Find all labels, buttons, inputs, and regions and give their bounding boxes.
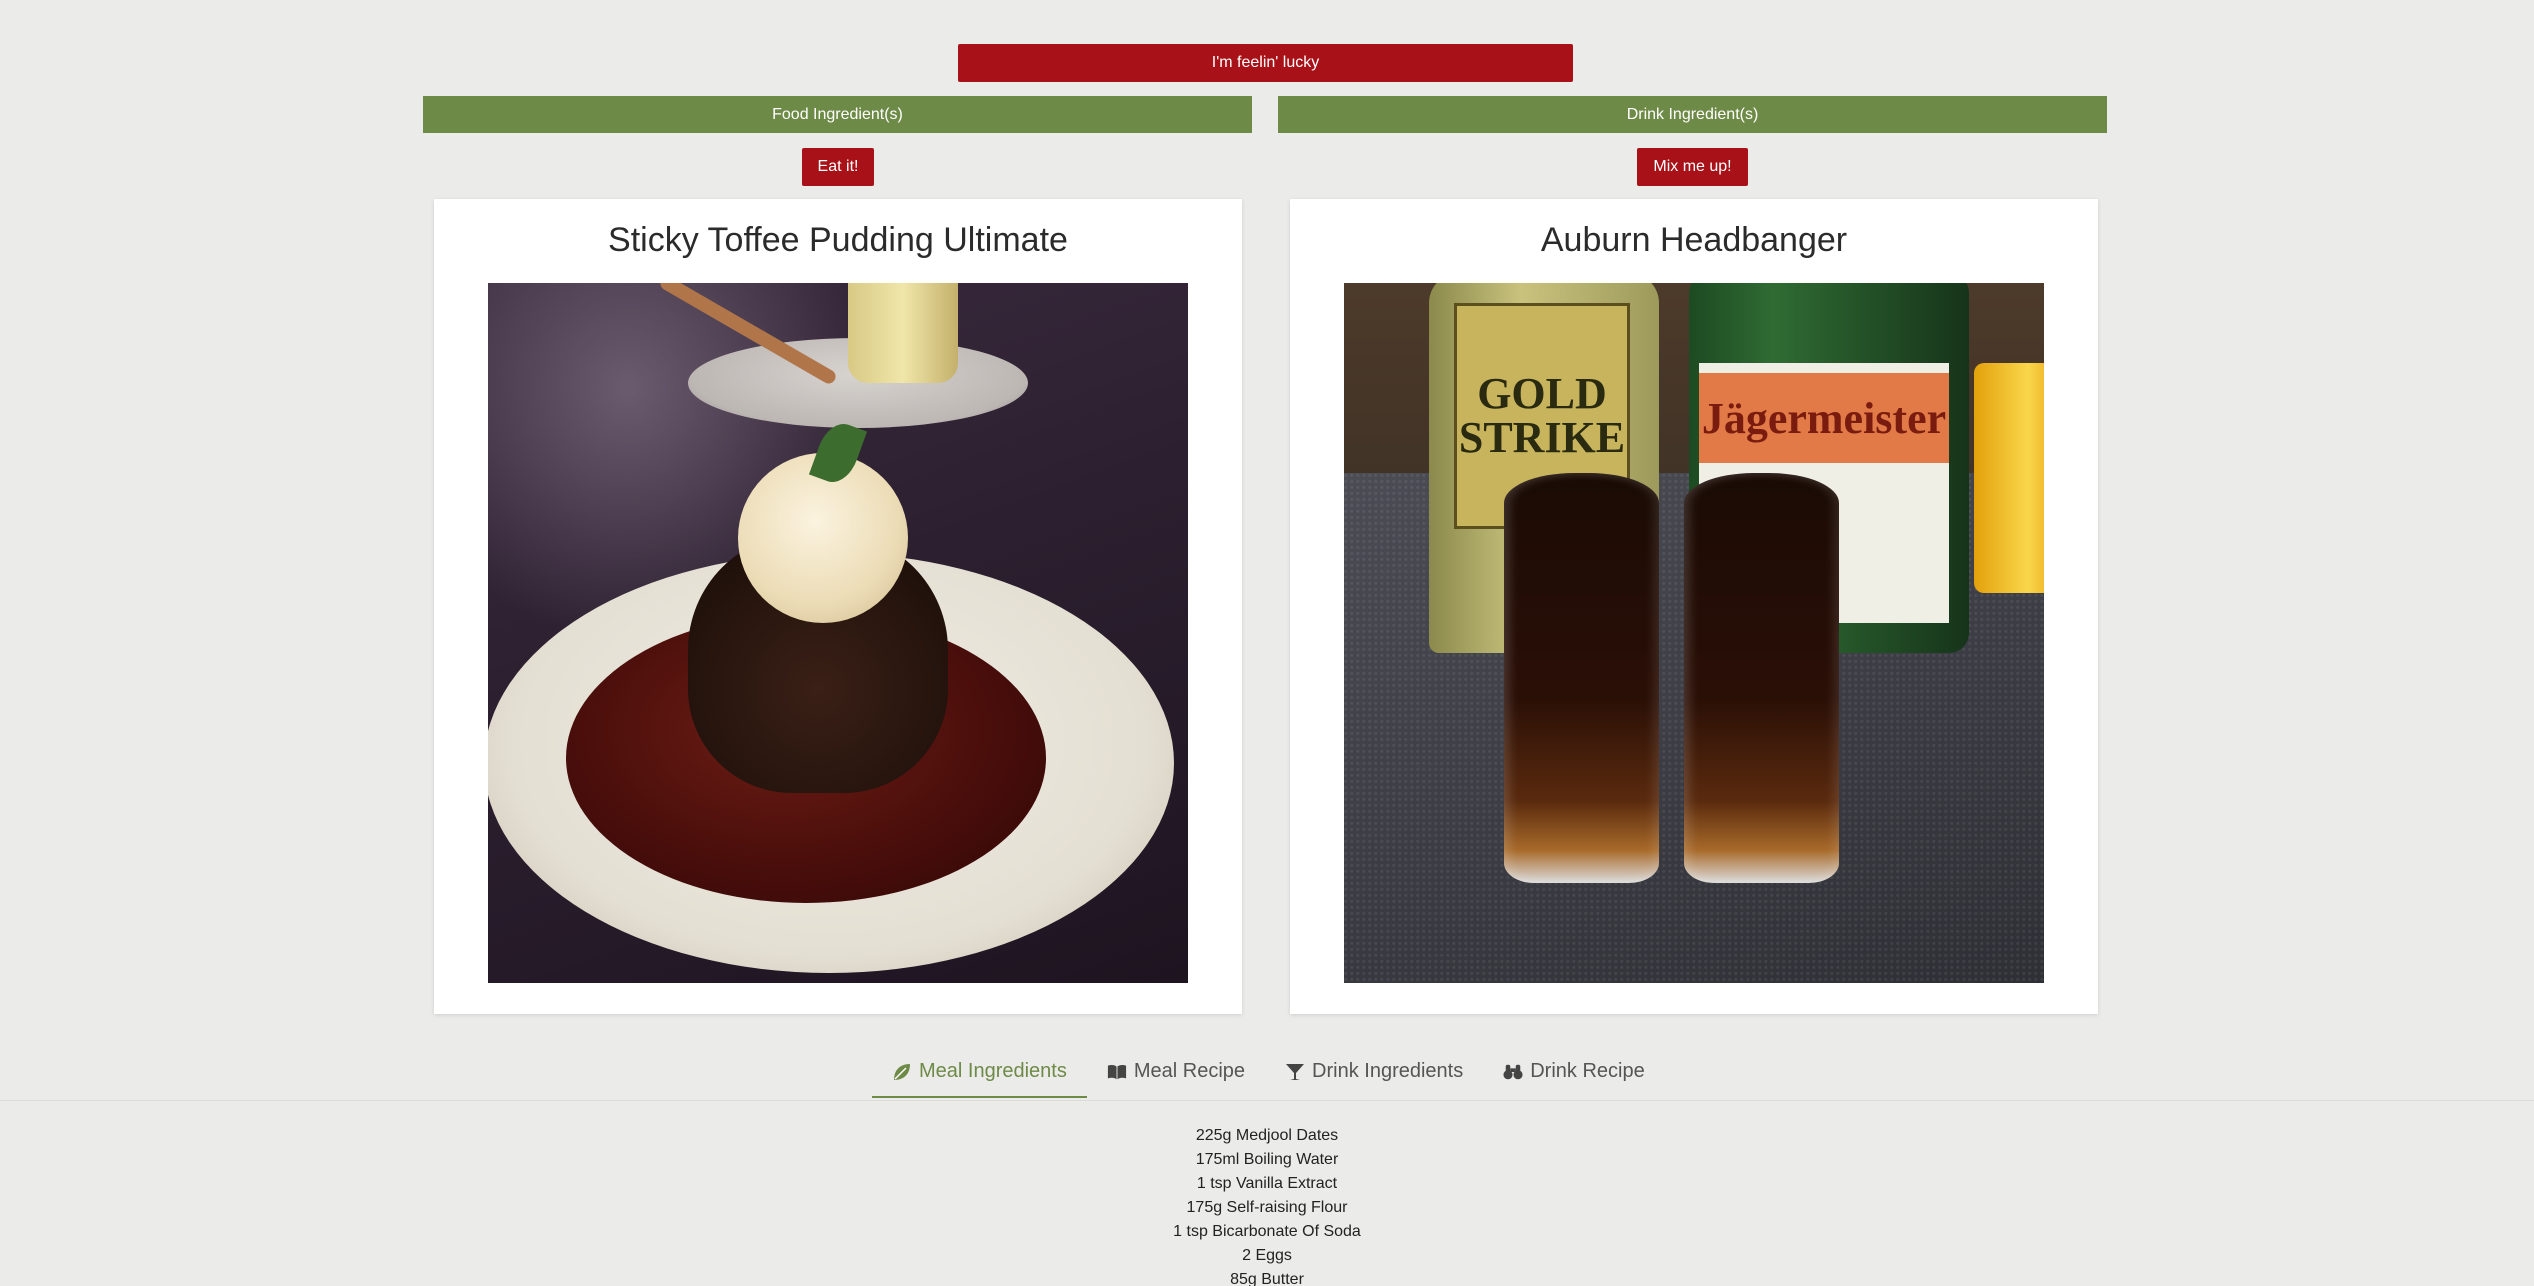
tab-divider: [0, 1100, 2534, 1101]
leaf-icon: [892, 1062, 912, 1082]
eat-it-button[interactable]: Eat it!: [802, 148, 874, 186]
drink-ingredients-input[interactable]: [1278, 96, 2107, 133]
food-ingredients-input[interactable]: [423, 96, 1252, 133]
meal-title: Sticky Toffee Pudding Ultimate: [608, 221, 1068, 259]
tab-drink-recipe[interactable]: Drink Recipe: [1483, 1050, 1664, 1097]
mix-me-up-button[interactable]: Mix me up!: [1637, 148, 1748, 186]
tab-label: Meal Recipe: [1133, 1060, 1246, 1082]
tab-label: Drink Recipe: [1530, 1060, 1645, 1082]
list-item: 1 tsp Vanilla Extract: [1196, 1175, 1338, 1192]
meal-ingredients-list: 225g Medjool Dates 175ml Boiling Water 1…: [0, 1124, 2534, 1286]
page: I'm feelin' lucky Eat it! Mix me up! Sti…: [0, 0, 2534, 1286]
recipe-tabs: Meal Ingredients Meal Recipe Drink Ingre…: [872, 1050, 1665, 1098]
book-open-icon: [1107, 1062, 1127, 1082]
list-item: 175g Self-raising Flour: [1186, 1199, 1348, 1216]
drink-card: Auburn Headbanger GOLD STRIKE Jägermeist…: [1290, 199, 2098, 1014]
tab-label: Meal Ingredients: [919, 1060, 1067, 1082]
drink-photo: GOLD STRIKE Jägermeister: [1344, 283, 2044, 983]
list-item: 2 Eggs: [1242, 1247, 1292, 1264]
list-item: 225g Medjool Dates: [1195, 1127, 1339, 1144]
list-item: 1 tsp Bicarbonate Of Soda: [1173, 1223, 1361, 1240]
list-item: 85g Butter: [1230, 1271, 1304, 1286]
tab-label: Drink Ingredients: [1312, 1060, 1464, 1082]
drink-title: Auburn Headbanger: [1540, 221, 1848, 259]
meal-photo: [488, 283, 1188, 983]
cocktail-glass-icon: [1285, 1062, 1305, 1082]
jagermeister-label: Jägermeister: [1699, 373, 1949, 463]
tab-meal-ingredients[interactable]: Meal Ingredients: [872, 1050, 1087, 1098]
list-item: 175ml Boiling Water: [1195, 1151, 1339, 1168]
binoculars-icon: [1503, 1062, 1523, 1082]
tab-drink-ingredients[interactable]: Drink Ingredients: [1265, 1050, 1483, 1097]
tab-meal-recipe[interactable]: Meal Recipe: [1087, 1050, 1265, 1097]
meal-card: Sticky Toffee Pudding Ultimate: [434, 199, 1242, 1014]
feeling-lucky-button[interactable]: I'm feelin' lucky: [958, 44, 1573, 82]
